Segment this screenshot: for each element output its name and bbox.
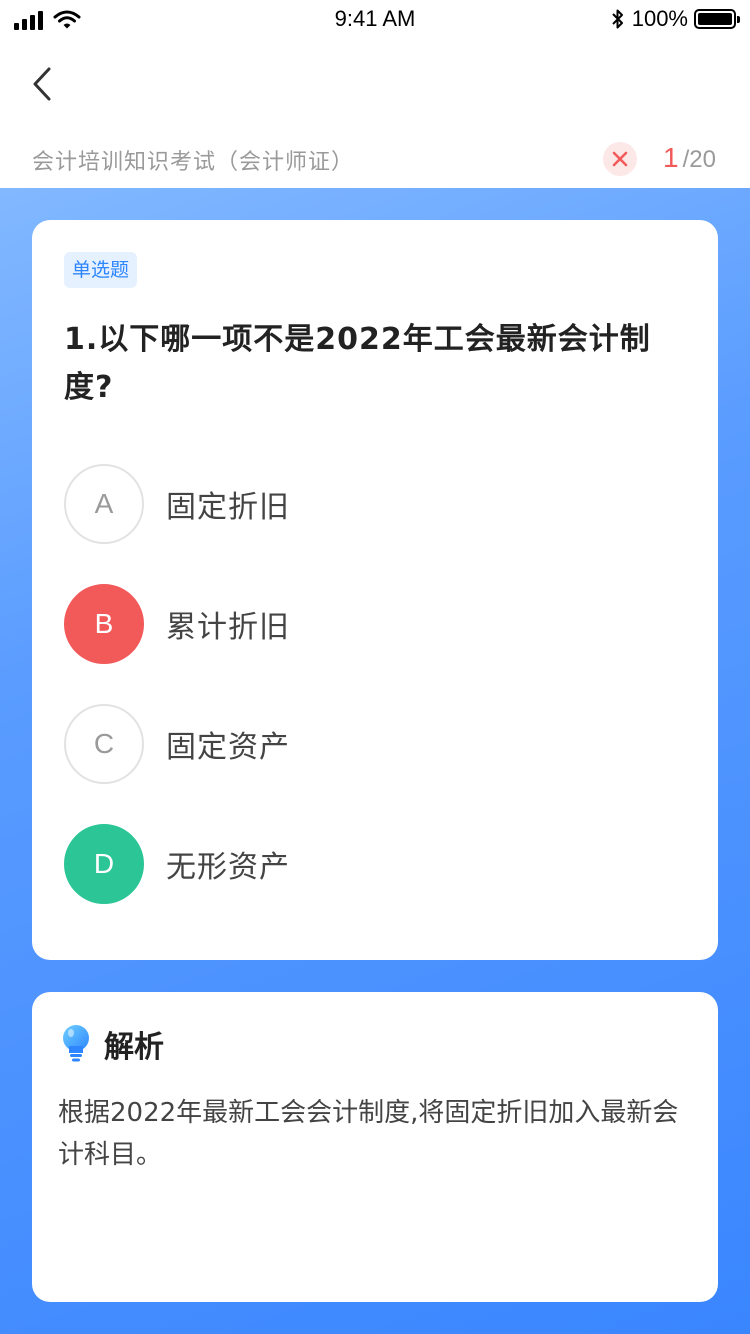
option-letter: C (64, 704, 144, 784)
analysis-card: 解析 根据2022年最新工会会计制度,将固定折旧加入最新会计科目。 (32, 992, 718, 1302)
status-right: 100% (610, 6, 740, 32)
progress-total: /20 (682, 146, 716, 173)
exam-header: 会计培训知识考试（会计师证） 1/20 (0, 130, 750, 188)
close-icon (612, 151, 628, 167)
option-label: 固定折旧 (166, 490, 290, 525)
chevron-left-icon (33, 67, 51, 101)
option-letter: B (64, 584, 144, 664)
analysis-title: 解析 (104, 1030, 164, 1065)
question-text: 1.以下哪一项不是2022年工会最新会计制度? (64, 322, 651, 405)
options-list: A 固定折旧 B 累计折旧 C 固定资产 D 无形资产 (64, 464, 694, 944)
option-a[interactable]: A 固定折旧 (64, 464, 694, 544)
option-label: 固定资产 (166, 730, 290, 765)
exam-title: 会计培训知识考试（会计师证） (32, 150, 355, 175)
progress-current: 1 (663, 142, 679, 173)
option-b[interactable]: B 累计折旧 (64, 584, 694, 664)
question-progress: 1/20 (663, 142, 716, 174)
lightbulb-icon (63, 1025, 89, 1062)
back-button[interactable] (22, 62, 62, 106)
question-card: 单选题 1.以下哪一项不是2022年工会最新会计制度? A 固定折旧 B 累计折… (32, 220, 718, 960)
bluetooth-icon (612, 9, 623, 29)
battery-icon (694, 9, 740, 29)
battery-percent: 100% (631, 6, 688, 31)
question-type-badge: 单选题 (64, 252, 138, 288)
option-d[interactable]: D 无形资产 (64, 824, 694, 904)
option-letter: D (64, 824, 144, 904)
option-letter: A (64, 464, 144, 544)
option-c[interactable]: C 固定资产 (64, 704, 694, 784)
analysis-header: 解析 (60, 1022, 164, 1066)
option-label: 无形资产 (166, 850, 290, 885)
wrong-answers-button[interactable] (603, 142, 637, 176)
analysis-text: 根据2022年最新工会会计制度,将固定折旧加入最新会计科目。 (58, 1098, 679, 1170)
option-label: 累计折旧 (166, 610, 290, 645)
status-bar: 9:41 AM 100% (0, 0, 750, 40)
